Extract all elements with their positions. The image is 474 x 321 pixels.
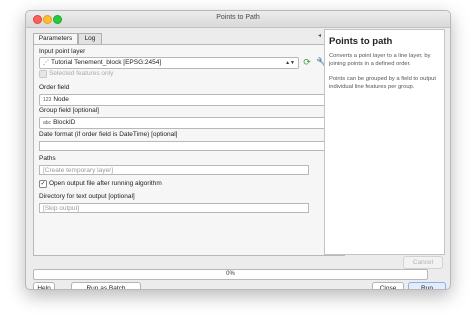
- paths-label: Paths: [39, 155, 56, 162]
- collapse-help-icon[interactable]: ◂: [318, 32, 321, 39]
- text-field-icon: abc: [43, 120, 52, 126]
- tab-log[interactable]: Log: [78, 33, 102, 44]
- order-field-value: Node: [53, 96, 69, 103]
- parameters-panel: Input point layer ⋰ Tutorial Tenement_blo…: [33, 44, 345, 256]
- window-title: Points to Path: [216, 14, 260, 21]
- run-batch-button[interactable]: Run as Batch Process...: [71, 282, 141, 289]
- input-layer-label: Input point layer: [39, 48, 86, 55]
- open-output-label: Open output file after running algorithm: [49, 180, 162, 187]
- cancel-button[interactable]: Cancel: [403, 256, 443, 269]
- numeric-field-icon: 123: [43, 97, 52, 103]
- directory-label: Directory for text output [optional]: [39, 193, 135, 200]
- selected-only-checkbox[interactable]: [39, 70, 47, 78]
- input-layer-value: Tutorial Tenement_block [EPSG:2454]: [51, 59, 162, 66]
- chevron-updown-icon: ▲▼: [285, 60, 295, 66]
- input-layer-select[interactable]: ⋰ Tutorial Tenement_block [EPSG:2454] ▲▼: [39, 57, 299, 69]
- date-format-input[interactable]: [39, 141, 339, 151]
- point-layer-icon: ⋰: [43, 60, 49, 66]
- group-field-select[interactable]: abcBlockID ▼: [39, 117, 339, 129]
- group-field-value: BlockID: [53, 119, 76, 126]
- help-title: Points to path: [329, 36, 393, 47]
- progress-text: 0%: [226, 271, 235, 277]
- close-button[interactable]: Close: [372, 282, 404, 289]
- order-field-label: Order field: [39, 84, 70, 91]
- iterate-icon[interactable]: ⟳: [302, 57, 312, 67]
- group-field-label: Group field [optional]: [39, 107, 99, 114]
- title-bar[interactable]: Points to Path: [26, 11, 450, 28]
- open-output-checkbox[interactable]: ✓: [39, 180, 47, 188]
- selected-only-label: Selected features only: [49, 70, 114, 77]
- help-paragraph-1: Converts a point layer to a line layer, …: [329, 53, 431, 67]
- date-format-label: Date format (if order field is DateTime)…: [39, 131, 178, 138]
- progress-bar: 0%: [33, 269, 428, 280]
- directory-output-input[interactable]: [Skip output]: [39, 203, 309, 213]
- help-button[interactable]: Help: [33, 282, 55, 289]
- help-panel: Points to path Converts a point layer to…: [324, 29, 445, 255]
- help-paragraph-2: Points can be grouped by a field to outp…: [329, 76, 436, 90]
- order-field-select[interactable]: 123Node ▼: [39, 94, 339, 106]
- run-button[interactable]: Run: [408, 282, 446, 289]
- dialog-window: Points to Path Parameters Log Input poin…: [25, 10, 451, 290]
- paths-output-input[interactable]: [Create temporary layer]: [39, 165, 309, 175]
